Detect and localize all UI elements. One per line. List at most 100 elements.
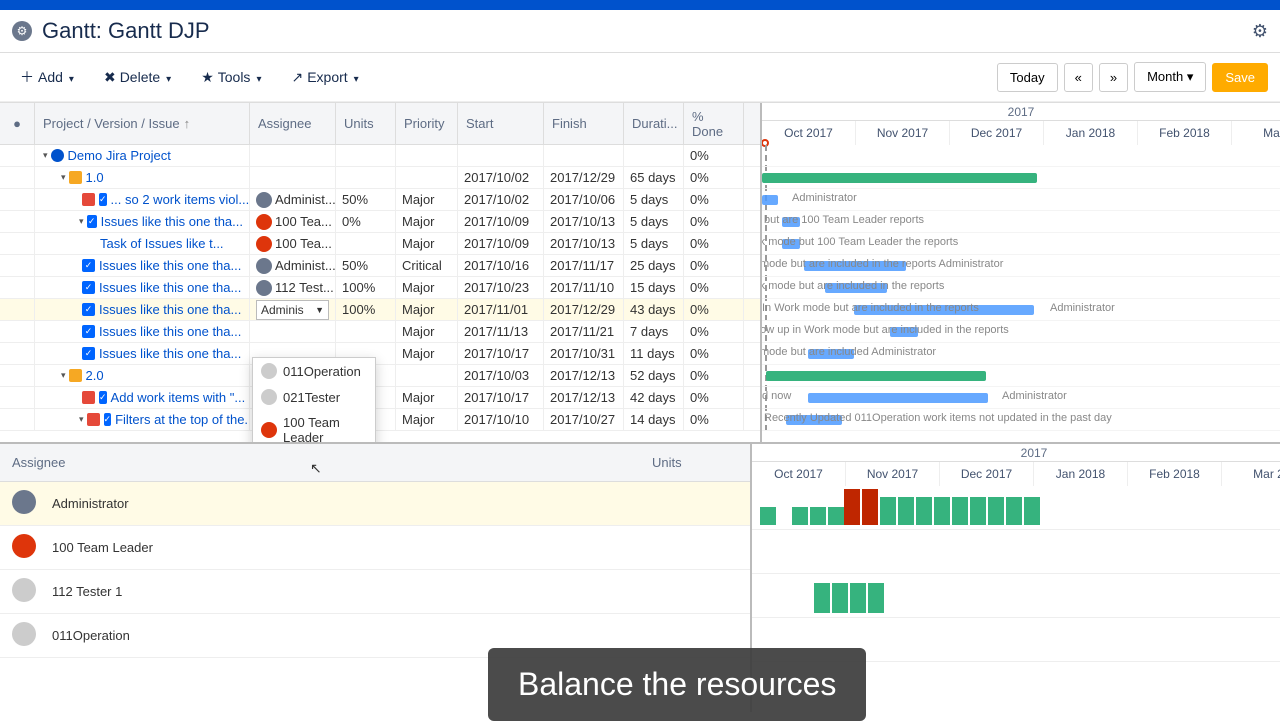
load-bar (850, 583, 866, 613)
month-button[interactable]: Month ▾ (1134, 62, 1206, 92)
duration-column[interactable]: Durati... (624, 103, 684, 144)
task-row[interactable]: ▾2.0 2017/10/03 2017/12/13 52 days 0% (0, 365, 760, 387)
task-name[interactable]: 2.0 (86, 368, 104, 383)
task-name[interactable]: 1.0 (86, 170, 104, 185)
done-column[interactable]: % Done (684, 103, 744, 144)
gantt-row[interactable]: rk mode but 100 Team Leader the reports (762, 233, 1280, 255)
task-name[interactable]: Issues like this one tha... (99, 280, 241, 295)
task-row[interactable]: ▾Issues like this one tha... 100 Tea... … (0, 211, 760, 233)
task-name[interactable]: Issues like this one tha... (99, 258, 241, 273)
task-name[interactable]: Issues like this one tha... (99, 302, 241, 317)
finish-column[interactable]: Finish (544, 103, 624, 144)
task-name[interactable]: Issues like this one tha... (99, 346, 241, 361)
today-button[interactable]: Today (997, 63, 1058, 92)
next-button[interactable]: » (1099, 63, 1128, 92)
settings-gear-icon[interactable]: ⚙ (1252, 21, 1268, 42)
avatar-icon (261, 389, 277, 405)
assignee-dropdown[interactable]: 011Operation021Tester100 Team Leader101 … (252, 357, 376, 442)
resource-row[interactable]: 112 Tester 1 (0, 570, 750, 614)
gantt-row[interactable]: d nowAdministrator (762, 387, 1280, 409)
tools-button[interactable]: ★ Tools (193, 63, 269, 92)
task-name[interactable]: Demo Jira Project (68, 148, 171, 163)
gantt-chart[interactable]: 2017 Oct 2017Nov 2017Dec 2017Jan 2018Feb… (760, 103, 1280, 442)
load-bar (810, 507, 826, 525)
gantt-row[interactable]: how up in Work mode but are included in … (762, 321, 1280, 343)
resource-name: 100 Team Leader (40, 540, 165, 555)
gantt-row[interactable] (762, 365, 1280, 387)
units-column[interactable]: Units (336, 103, 396, 144)
tree-toggle[interactable]: ▾ (79, 216, 84, 227)
gantt-icon: ⚙ (12, 21, 32, 41)
load-bar (916, 497, 932, 525)
task-row[interactable]: ... so 2 work items viol... Administ... … (0, 189, 760, 211)
task-name[interactable]: Add work items with "... (111, 390, 246, 405)
gantt-row[interactable] (762, 167, 1280, 189)
task-row[interactable]: Issues like this one tha... Major 2017/1… (0, 321, 760, 343)
avatar-icon (12, 490, 36, 514)
task-row[interactable]: ▾Demo Jira Project 0% (0, 145, 760, 167)
assignee-cell: Administ... (250, 189, 336, 210)
task-row[interactable]: Issues like this one tha... Major 2017/1… (0, 343, 760, 365)
gantt-bar[interactable] (762, 173, 1037, 183)
avatar-icon (12, 534, 36, 558)
gantt-row[interactable]: In Work mode but are included in the rep… (762, 299, 1280, 321)
export-button[interactable]: ↗ Export (283, 63, 366, 92)
load-bar (952, 497, 968, 525)
delete-button[interactable]: ✖ Delete (96, 63, 179, 92)
task-name[interactable]: ... so 2 work items viol... (111, 192, 250, 207)
res-assignee-column[interactable]: Assignee (0, 444, 640, 481)
prev-button[interactable]: « (1064, 63, 1093, 92)
task-row[interactable]: Add work items with "... Major 2017/10/1… (0, 387, 760, 409)
assignee-combo[interactable]: Adminis▼ (256, 300, 329, 320)
tree-toggle[interactable]: ▾ (61, 172, 66, 183)
task-row[interactable]: Issues like this one tha... 112 Test... … (0, 277, 760, 299)
resource-row[interactable]: Administrator (0, 482, 750, 526)
gantt-row[interactable]: rk mode but are included in the reports (762, 277, 1280, 299)
resource-load-row: 100%75%50%25% (752, 530, 1280, 574)
gantt-row[interactable]: mode but are included Administrator (762, 343, 1280, 365)
assignee-column[interactable]: Assignee (250, 103, 336, 144)
gantt-bar[interactable] (808, 393, 988, 403)
tree-toggle[interactable]: ▾ (61, 370, 66, 381)
gantt-row[interactable]: mode but are included in the reports Adm… (762, 255, 1280, 277)
load-bar (880, 497, 896, 525)
resource-name: 112 Tester 1 (40, 584, 134, 599)
load-bar (792, 507, 808, 525)
res-units-column[interactable]: Units (640, 444, 750, 481)
gantt-bar[interactable] (766, 371, 986, 381)
task-row[interactable]: ▾1.0 2017/10/02 2017/12/29 65 days 0% (0, 167, 760, 189)
task-row[interactable]: Issues like this one tha... Adminis▼ 100… (0, 299, 760, 321)
status-column[interactable]: ● (0, 103, 35, 144)
dropdown-item[interactable]: 011Operation (253, 358, 375, 384)
tree-toggle[interactable]: ▾ (43, 150, 48, 161)
assignee-cell (250, 321, 336, 342)
gantt-row[interactable]: but are 100 Team Leader reports (762, 211, 1280, 233)
start-column[interactable]: Start (458, 103, 544, 144)
gantt-bar[interactable] (762, 195, 778, 205)
resource-row[interactable]: 100 Team Leader (0, 526, 750, 570)
task-row[interactable]: Task of Issues like t... 100 Tea... Majo… (0, 233, 760, 255)
dropdown-item[interactable]: 021Tester (253, 384, 375, 410)
page-title: Gantt: Gantt DJP (42, 18, 210, 44)
task-row[interactable]: Issues like this one tha... Administ... … (0, 255, 760, 277)
add-button[interactable]: ＋ Add (12, 61, 82, 93)
avatar-icon (12, 622, 36, 646)
load-bar (832, 583, 848, 613)
task-row[interactable]: ▾Filters at the top of the... Major 2017… (0, 409, 760, 431)
task-name[interactable]: Issues like this one tha... (101, 214, 243, 229)
task-name[interactable]: Task of Issues like t... (100, 236, 224, 251)
load-bar (828, 507, 844, 525)
toolbar: ＋ Add ✖ Delete ★ Tools ↗ Export Today « … (0, 53, 1280, 102)
name-column[interactable]: Project / Version / Issue ↑ (35, 103, 250, 144)
gantt-row[interactable]: Administrator (762, 189, 1280, 211)
priority-column[interactable]: Priority (396, 103, 458, 144)
gantt-row[interactable]: Recently Updated 011Operation work items… (762, 409, 1280, 431)
task-name[interactable]: Filters at the top of the... (115, 412, 250, 427)
gantt-row[interactable] (762, 145, 1280, 167)
tree-toggle[interactable]: ▾ (79, 414, 84, 425)
task-name[interactable]: Issues like this one tha... (99, 324, 241, 339)
res-gantt-year: 2017 (752, 444, 1280, 462)
save-button[interactable]: Save (1212, 63, 1268, 92)
resource-load-row: 100%75%50%25% (752, 574, 1280, 618)
dropdown-item[interactable]: 100 Team Leader (253, 410, 375, 442)
